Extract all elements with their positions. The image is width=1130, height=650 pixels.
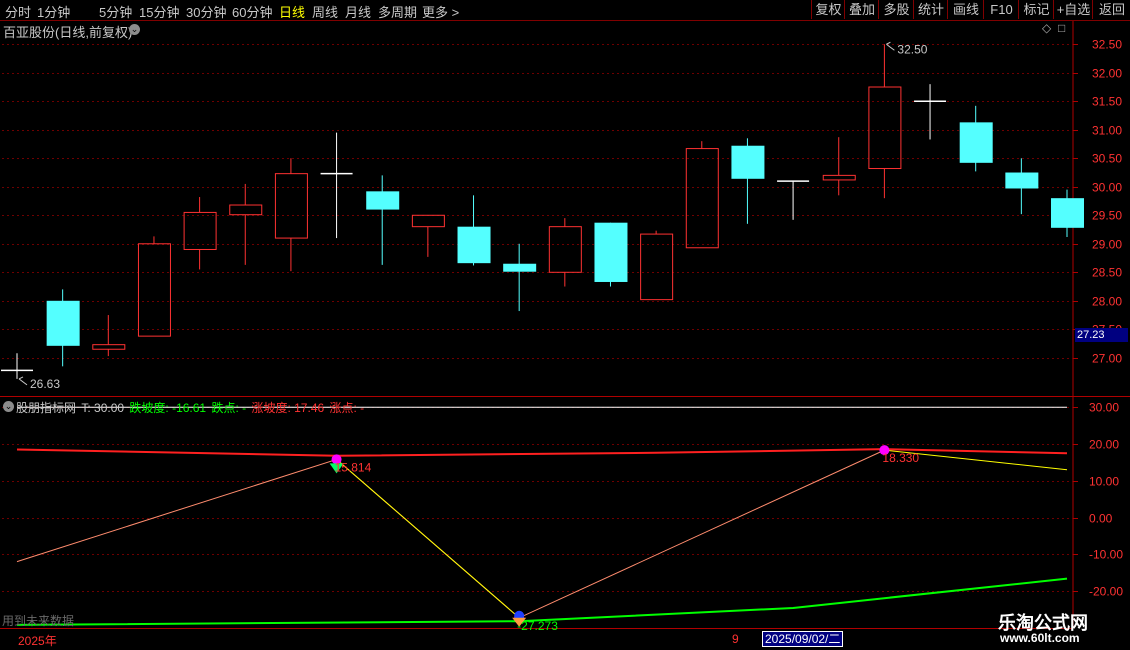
candle [411,214,445,257]
candle-body [822,174,856,181]
time-axis-year: 2025年 [18,634,57,648]
indicator-down-slope: 跌坡度: -16.61 [129,401,207,415]
candle [548,218,582,287]
candle [46,289,80,367]
candle-body [868,86,902,170]
candle-body [457,226,491,264]
indicator-up-point: 涨点: - [329,401,365,415]
indicator-tick-label: -20.00 [1089,585,1123,599]
price-tick-label: 32.50 [1092,38,1122,52]
candle [183,197,217,270]
indicator-grid [2,407,1073,592]
candle [274,158,308,272]
pivot-value-label: 15.814 [335,460,372,474]
candle-body [229,204,263,216]
extreme-price-label: 26.63 [30,377,60,391]
chart-frame [0,21,1130,629]
candle-body [366,191,400,210]
indicator-down-point: 跌点: - [211,401,247,415]
indicator-tick-label: 0.00 [1089,512,1113,526]
pivot-value-label: -27.273 [517,619,558,633]
candle [640,230,674,301]
candle [868,44,902,199]
candle-body [640,233,674,301]
price-tick-label: 28.50 [1092,266,1122,280]
current-price-tag: 27.23 [1075,328,1128,342]
candle-body [274,173,308,239]
price-tick-label: 30.00 [1092,181,1122,195]
candle [503,243,537,312]
chart-canvas: 27.0027.5028.0028.5029.0029.5030.0030.50… [0,21,1130,633]
candle [731,138,765,224]
candle-body [959,122,993,163]
candle-body [1051,198,1084,228]
indicator-axis: 30.00 20.00 10.00 0.00 -10.00 -20.00 [1073,401,1123,599]
candle [457,195,491,266]
candle-body [411,214,445,228]
price-tick-label: 29.00 [1092,238,1122,252]
candle-body [685,148,719,249]
chevron-down-icon[interactable]: ⌄ [3,401,14,412]
pivot-value-label: 18.330 [882,451,919,465]
indicator-series-line [16,449,885,619]
candle-body [92,344,126,350]
candle [959,105,993,172]
candle [1051,189,1084,237]
candle [366,175,400,265]
future-data-note: 用到未来数据 [2,614,75,628]
price-tick-label: 31.00 [1092,124,1122,138]
indicator-name: 股朋指标网 [16,401,77,415]
candle [685,141,719,249]
watermark-url: www.60lt.com [1000,631,1080,645]
indicator-t-value: T: 30.00 [81,401,125,415]
candle [320,132,353,239]
indicator-tick-label: -10.00 [1089,548,1123,562]
indicator-up-slope: 涨坡度: 17.46 [251,401,325,415]
candle [229,183,263,265]
candle [137,236,171,337]
extreme-arrow [886,41,895,51]
candle-body [548,226,582,273]
price-tick-label: 30.50 [1092,152,1122,166]
time-axis-month: 9 [732,632,739,646]
candle [822,137,856,196]
candle [594,222,628,287]
candlestick-series [1,44,1084,379]
indicator-lines [16,406,1068,626]
price-tick-label: 32.00 [1092,67,1122,81]
extreme-arrow [18,376,28,386]
candle-body [137,243,171,337]
price-tick-label: 27.00 [1092,352,1122,366]
candle-body [731,145,765,179]
candle-body [594,222,628,282]
candle [1005,158,1039,215]
candle [914,84,947,140]
extreme-price-label: 32.50 [897,42,927,56]
price-tick-label: 28.00 [1092,295,1122,309]
price-tick-label: 31.50 [1092,95,1122,109]
candle-body [503,263,537,272]
candle-body [183,211,217,250]
indicator-tick-label: 30.00 [1089,401,1119,415]
time-axis-cursor-date: 2025/09/02/二 [762,631,844,647]
indicator-series-line [336,458,520,619]
price-tick-label: 29.50 [1092,209,1122,223]
candle-body [1005,172,1039,189]
candle [92,315,126,357]
indicator-tick-label: 10.00 [1089,475,1119,489]
candle [777,180,810,220]
candle [1,353,33,379]
candle-body [46,300,80,346]
indicator-title: 股朋指标网 T: 30.00 跌坡度: -16.61 跌点: - 涨坡度: 17… [16,399,366,416]
price-grid [2,44,1073,359]
indicator-tick-label: 20.00 [1089,438,1119,452]
